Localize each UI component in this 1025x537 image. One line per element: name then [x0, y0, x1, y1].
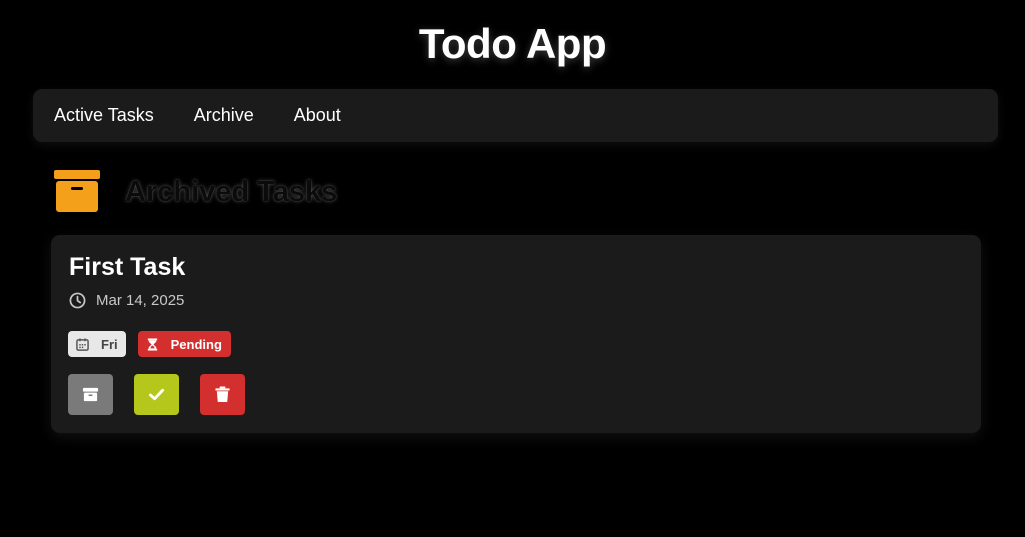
check-icon — [148, 388, 165, 401]
task-date: Mar 14, 2025 — [69, 291, 184, 309]
status-badge-label: Pending — [170, 336, 222, 352]
archive-box-icon — [54, 170, 100, 212]
calendar-icon — [76, 337, 89, 351]
section-title: Archived Tasks — [125, 175, 338, 208]
nav-item-archive[interactable]: Archive — [194, 105, 254, 126]
complete-button[interactable] — [134, 374, 179, 415]
hourglass-icon — [147, 337, 157, 351]
day-badge: Fri — [68, 331, 126, 357]
archive-icon — [82, 387, 99, 402]
task-actions — [68, 374, 245, 415]
nav-item-about[interactable]: About — [294, 105, 341, 126]
archive-button[interactable] — [68, 374, 113, 415]
task-badges: Fri Pending — [68, 331, 243, 357]
status-badge: Pending — [137, 331, 231, 357]
app-title: Todo App — [418, 20, 607, 67]
clock-icon — [69, 292, 86, 308]
trash-icon — [215, 386, 230, 403]
main-navbar: Active Tasks Archive About — [33, 89, 998, 142]
day-badge-label: Fri — [101, 336, 118, 352]
section-header: Archived Tasks — [54, 170, 337, 214]
task-date-text: Mar 14, 2025 — [96, 291, 185, 309]
task-title: First Task — [69, 253, 186, 281]
delete-button[interactable] — [200, 374, 245, 415]
task-card: First Task Mar 14, 2025 Fri Pending — [51, 235, 981, 433]
nav-item-active-tasks[interactable]: Active Tasks — [54, 105, 154, 126]
